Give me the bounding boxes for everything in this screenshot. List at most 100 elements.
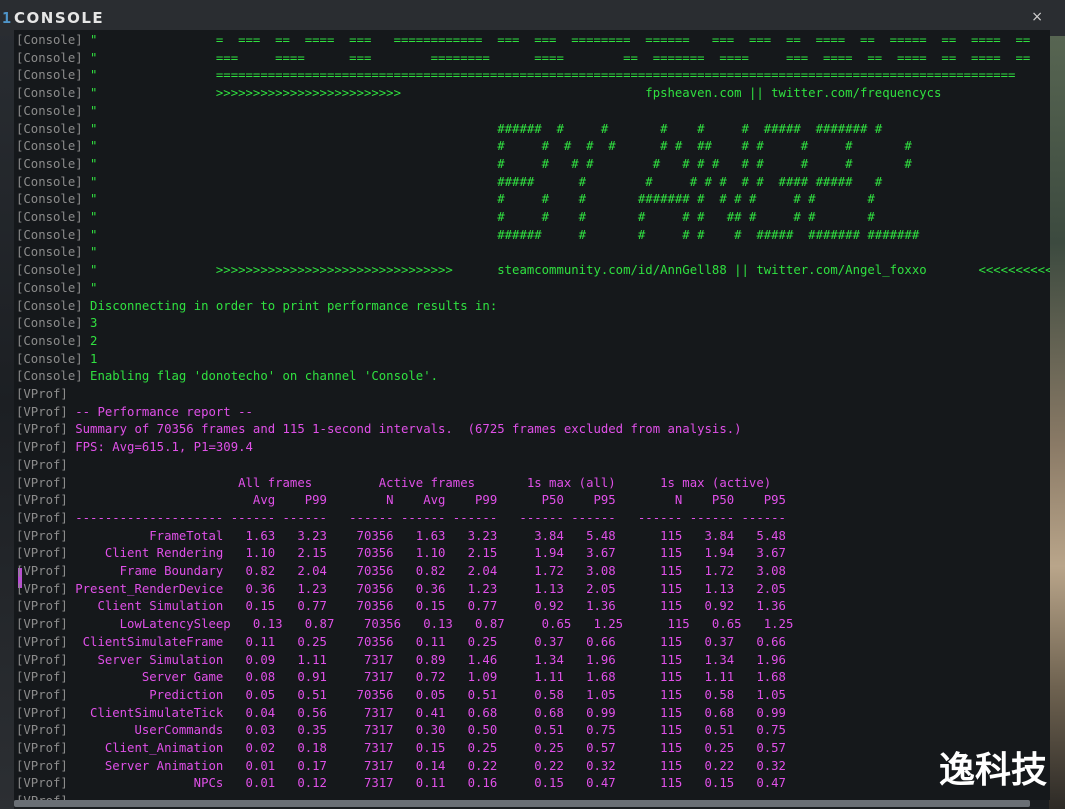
line-tag: [Console] (16, 227, 83, 242)
console-line: [VProf] ClientSimulateTick 0.04 0.56 731… (16, 705, 786, 723)
line-text: FPS: Avg=615.1, P1=309.4 (67, 440, 253, 455)
line-text: FrameTotal 1.63 3.23 70356 1.63 3.23 3.8… (67, 528, 786, 543)
line-tag: [VProf] (16, 475, 68, 490)
console-line: [Console] " >>>>>>>>>>>>>>>>>>>>>>>>>>>>… (16, 262, 1050, 280)
line-text: Present_RenderDevice 0.36 1.23 70356 0.3… (67, 581, 786, 596)
line-tag: [VProf] (16, 652, 68, 667)
line-text: UserCommands 0.03 0.35 7317 0.30 0.50 0.… (67, 723, 786, 738)
console-line: [Console] " ###### # # # # # ##### #####… (16, 121, 882, 139)
line-tag: [Console] (16, 174, 83, 189)
line-tag: [Console] (16, 316, 83, 331)
line-tag: [Console] (16, 103, 83, 118)
line-text: " (82, 103, 98, 118)
line-text: Disconnecting in order to print performa… (82, 298, 498, 313)
console-line: [VProf] -------------------- ------ ----… (16, 510, 786, 528)
console-line: [VProf] -- Performance report -- (16, 404, 253, 422)
line-tag: [Console] (16, 351, 83, 366)
line-text: -- Performance report -- (67, 404, 253, 419)
line-tag: [Console] (16, 156, 83, 171)
line-tag: [VProf] (16, 546, 68, 561)
console-line: [Console] " ###### # # # # # ##### #####… (16, 227, 919, 245)
line-tag: [VProf] (16, 387, 68, 401)
line-tag: [Console] (16, 86, 83, 101)
line-tag: [Console] (16, 139, 83, 154)
console-line: [VProf] (16, 386, 68, 404)
close-button[interactable]: × (1031, 9, 1043, 25)
line-text: " === ==== === ======== ==== == ======= … (82, 50, 1031, 65)
line-tag: [Console] (16, 245, 83, 260)
console-line: [VProf] Prediction 0.05 0.51 70356 0.05 … (16, 687, 786, 705)
console-line: [VProf] Client Rendering 1.10 2.15 70356… (16, 545, 786, 563)
line-tag: [VProf] (16, 634, 68, 649)
line-tag: [VProf] (16, 440, 68, 455)
line-text: Client_Animation 0.02 0.18 7317 0.15 0.2… (67, 741, 786, 755)
line-tag: [VProf] (16, 670, 68, 685)
line-text: 2 (82, 333, 98, 348)
console-line: [VProf] (16, 793, 68, 800)
line-text: " # # # # # # ## # # # # (82, 210, 875, 224)
line-text: Frame Boundary 0.82 2.04 70356 0.82 2.04… (67, 564, 786, 578)
line-text: ClientSimulateFrame 0.11 0.25 70356 0.11… (67, 634, 786, 649)
line-text: Summary of 70356 frames and 115 1-second… (67, 422, 742, 437)
console-line: [Console] " = === == ==== === ==========… (16, 32, 1030, 50)
line-tag: [VProf] (16, 617, 68, 632)
console-line: [Console] " ##### # # # # # # # #### ###… (16, 174, 882, 192)
line-tag: [VProf] (16, 705, 68, 720)
line-text: " ##### # # # # # # # #### ##### # (82, 174, 883, 189)
line-text: Client Rendering 1.10 2.15 70356 1.10 2.… (67, 546, 786, 561)
line-text: Enabling flag 'donotecho' on channel 'Co… (82, 369, 439, 384)
console-line: [Console] " # # # # # # # ## # # # # # (16, 138, 912, 156)
console-line: [VProf] Present_RenderDevice 0.36 1.23 7… (16, 581, 786, 599)
console-line: [Console] 2 (16, 333, 97, 351)
console-line: [Console] " # # # ####### # # # # # # # (16, 191, 875, 209)
watermark-text: 逸科技 (938, 750, 1047, 791)
console-line: [VProf] ClientSimulateFrame 0.11 0.25 70… (16, 634, 786, 652)
console-line: [Console] Enabling flag 'donotecho' on c… (16, 368, 438, 386)
console-line: [VProf] Client_Animation 0.02 0.18 7317 … (16, 740, 786, 758)
line-text: NPCs 0.01 0.12 7317 0.11 0.16 0.15 0.47 … (67, 776, 786, 791)
line-text: ClientSimulateTick 0.04 0.56 7317 0.41 0… (67, 705, 786, 720)
line-tag: [VProf] (16, 741, 68, 755)
console-line: [VProf] Avg P99 N Avg P99 P50 P95 N P50 … (16, 492, 786, 510)
line-tag: [VProf] (16, 723, 68, 738)
console-line: [Console] " # # # # # # ## # # # # (16, 209, 875, 227)
line-text: 3 (82, 316, 98, 331)
console-line: [VProf] NPCs 0.01 0.12 7317 0.11 0.16 0.… (16, 775, 786, 793)
line-tag: [Console] (16, 50, 83, 65)
line-tag: [VProf] (16, 528, 68, 543)
console-line: [Console] " (16, 244, 97, 262)
title-prefix: 1 (2, 9, 12, 27)
line-tag: [Console] (16, 33, 83, 47)
line-tag: [VProf] (16, 422, 68, 437)
console-line: [VProf] UserCommands 0.03 0.35 7317 0.30… (16, 722, 786, 740)
console-output[interactable]: [Console] " = === == ==== === ==========… (14, 30, 1050, 800)
line-tag: [Console] (16, 280, 83, 295)
line-text: Server Simulation 0.09 1.11 7317 0.89 1.… (67, 652, 786, 667)
line-tag: [VProf] (16, 687, 68, 702)
console-line: [VProf] Server Animation 0.01 0.17 7317 … (16, 758, 786, 776)
line-text: " >>>>>>>>>>>>>>>>>>>>>>>>> fpsheaven.co… (82, 86, 1050, 101)
line-tag: [VProf] (16, 457, 68, 472)
console-line: [VProf] FrameTotal 1.63 3.23 70356 1.63 … (16, 528, 786, 546)
line-text: Server Game 0.08 0.91 7317 0.72 1.09 1.1… (67, 670, 786, 685)
line-tag: [Console] (16, 68, 83, 83)
console-line: [Console] " === ==== === ======== ==== =… (16, 50, 1030, 68)
line-tag: [Console] (16, 121, 83, 136)
line-text: " (82, 245, 98, 260)
line-text: " ###### # # # # # ##### ####### ####### (82, 227, 920, 242)
console-line: [Console] 1 (16, 351, 97, 369)
console-line: [Console] " ============================… (16, 67, 1015, 85)
line-tag: [VProf] (16, 599, 68, 614)
line-text: Avg P99 N Avg P99 P50 P95 N P50 P95 (67, 493, 786, 508)
background-left-edge (0, 0, 14, 809)
line-tag: [VProf] (16, 581, 68, 596)
line-text: -------------------- ------ ------ -----… (67, 510, 786, 525)
console-line: [Console] " (16, 280, 97, 298)
console-line: [VProf] All frames Active frames 1s max … (16, 475, 771, 493)
line-text: Client Simulation 0.15 0.77 70356 0.15 0… (67, 599, 786, 614)
console-line: [Console] 3 (16, 315, 97, 333)
horizontal-scrollbar[interactable] (14, 800, 1030, 807)
line-text: " >>>>>>>>>>>>>>>>>>>>>>>>>>>>>>>> steam… (82, 263, 1050, 278)
line-tag: [Console] (16, 369, 83, 384)
line-text: " ======================================… (82, 68, 1016, 83)
